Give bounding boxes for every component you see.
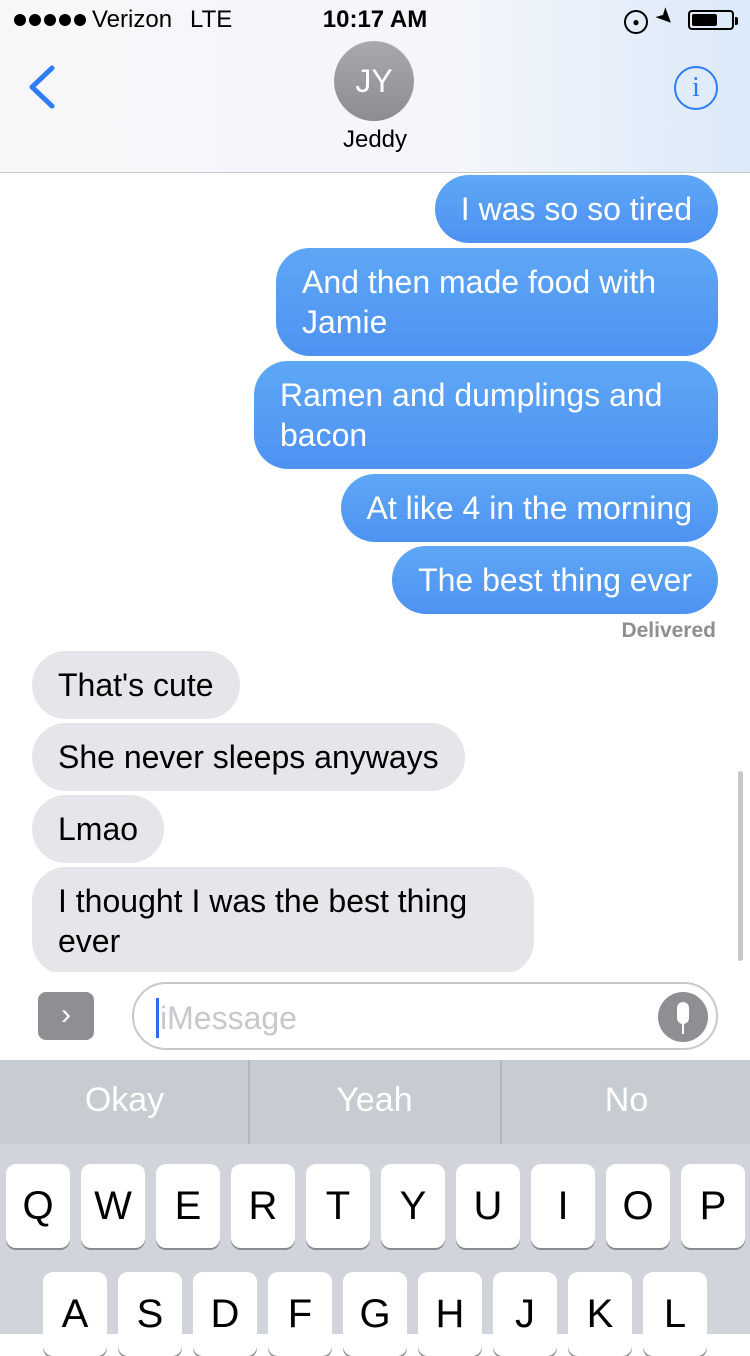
- message-placeholder: iMessage: [160, 1000, 297, 1036]
- info-button[interactable]: i: [674, 66, 718, 110]
- key-k[interactable]: K: [568, 1272, 632, 1356]
- contact-name[interactable]: Jeddy: [0, 126, 750, 154]
- rotation-lock-icon: ●: [624, 10, 648, 34]
- chevron-left-icon: [29, 65, 55, 109]
- key-h[interactable]: H: [418, 1272, 482, 1356]
- back-button[interactable]: [22, 62, 62, 112]
- avatar[interactable]: JY: [334, 41, 414, 121]
- battery-icon: [688, 10, 738, 30]
- status-bar: Verizon LTE 10:17 AM ● ➤: [0, 0, 750, 40]
- message-bubble-sent[interactable]: I was so so tired: [434, 175, 718, 243]
- delivered-status: Delivered: [621, 619, 716, 642]
- expand-apps-button[interactable]: ›: [38, 992, 94, 1040]
- message-composer: › iMessage: [0, 972, 750, 1060]
- message-input[interactable]: iMessage: [132, 982, 718, 1050]
- key-a[interactable]: A: [43, 1272, 107, 1356]
- message-bubble-received[interactable]: She never sleeps anyways: [32, 723, 465, 791]
- key-j[interactable]: J: [493, 1272, 557, 1356]
- navigation-header: Verizon LTE 10:17 AM ● ➤ JY Jeddy i: [0, 0, 750, 173]
- suggestion-yeah[interactable]: Yeah: [250, 1060, 499, 1144]
- key-r[interactable]: R: [231, 1164, 295, 1248]
- info-icon: i: [692, 72, 700, 103]
- key-d[interactable]: D: [193, 1272, 257, 1356]
- suggestion-okay[interactable]: Okay: [0, 1060, 249, 1144]
- key-y[interactable]: Y: [381, 1164, 445, 1248]
- predictive-text-bar: Okay Yeah No: [0, 1060, 750, 1144]
- keyboard: Q W E R T Y U I O P A S D F G H J K L: [0, 1144, 750, 1356]
- key-g[interactable]: G: [343, 1272, 407, 1356]
- message-bubble-received[interactable]: That's cute: [32, 651, 240, 719]
- message-bubble-received[interactable]: I thought I was the best thing ever: [32, 867, 534, 973]
- key-w[interactable]: W: [81, 1164, 145, 1248]
- text-cursor: [156, 998, 159, 1038]
- message-bubble-sent[interactable]: At like 4 in the morning: [340, 474, 718, 542]
- key-q[interactable]: Q: [6, 1164, 70, 1248]
- key-t[interactable]: T: [306, 1164, 370, 1248]
- dictation-button[interactable]: [658, 992, 708, 1042]
- key-e[interactable]: E: [156, 1164, 220, 1248]
- key-u[interactable]: U: [456, 1164, 520, 1248]
- suggestion-no[interactable]: No: [502, 1060, 750, 1144]
- key-s[interactable]: S: [118, 1272, 182, 1356]
- message-bubble-sent[interactable]: The best thing ever: [392, 546, 718, 614]
- key-o[interactable]: O: [606, 1164, 670, 1248]
- key-l[interactable]: L: [643, 1272, 707, 1356]
- message-bubble-sent[interactable]: Ramen and dumplings and bacon: [254, 361, 718, 469]
- chevron-right-icon: ›: [61, 998, 71, 1031]
- scrollbar[interactable]: [738, 771, 743, 961]
- message-bubble-received[interactable]: Lmao: [32, 795, 165, 863]
- message-bubble-sent[interactable]: And then made food with Jamie: [276, 248, 718, 356]
- key-f[interactable]: F: [268, 1272, 332, 1356]
- key-p[interactable]: P: [681, 1164, 745, 1248]
- key-i[interactable]: I: [531, 1164, 595, 1248]
- message-thread[interactable]: I was so so tired And then made food wit…: [0, 173, 750, 973]
